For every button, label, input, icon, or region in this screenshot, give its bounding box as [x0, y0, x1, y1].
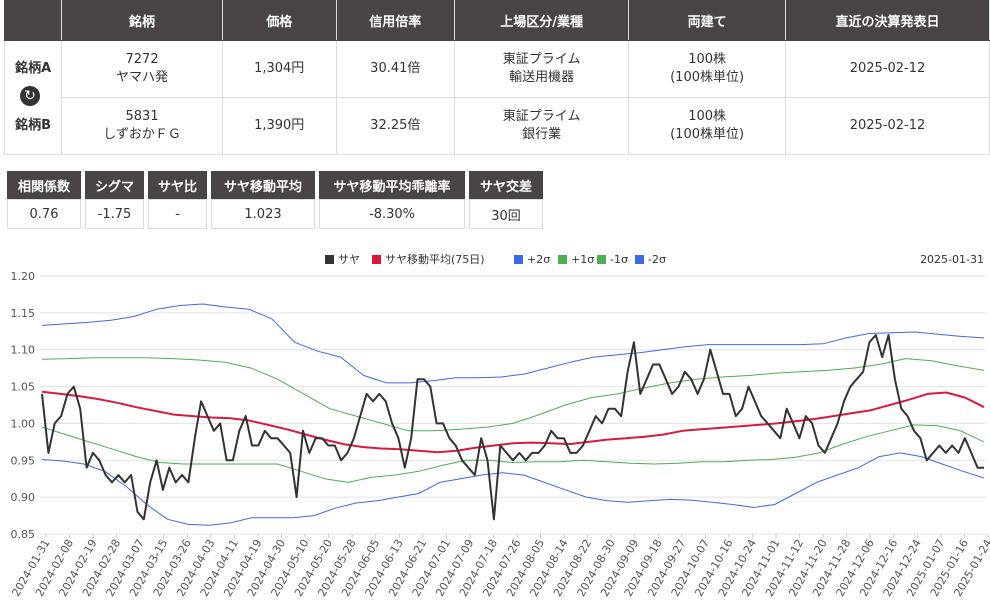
col-header: 直近の決算発表日 — [784, 0, 990, 41]
col-header: 上場区分/業種 — [454, 0, 630, 41]
hedge: 100株 — [688, 52, 727, 67]
market-cell: 東証プライム 銀行業 — [454, 97, 630, 155]
stat-header: サヤ移動平均乖離率 — [319, 171, 465, 199]
legend-label: +1σ — [571, 253, 594, 266]
col-header: 信用倍率 — [335, 0, 456, 41]
legend-swatch — [325, 255, 334, 264]
table-row: 銘柄B 5831 しずおかＦＧ 1,390円 32.25倍 東証プライム 銀行業 1… — [3, 97, 990, 155]
margin-ratio-cell: 30.41倍 — [335, 40, 456, 98]
stat-header: サヤ比 — [148, 171, 207, 199]
market-cell: 東証プライム 輸送用機器 — [454, 40, 630, 98]
legend-swatch — [635, 255, 644, 264]
stock-name: しずおかＦＧ — [103, 127, 181, 142]
stat-header: サヤ移動平均 — [211, 171, 315, 199]
legend-swatch — [558, 255, 567, 264]
row-label: 銘柄B — [3, 97, 63, 155]
y-tick-label: 0.95 — [11, 454, 36, 467]
legend-label: -2σ — [648, 253, 666, 266]
chart-date: 2025-01-31 — [920, 253, 984, 266]
legend-label: +2σ — [527, 253, 550, 266]
series-lines — [41, 303, 985, 526]
legend-label: サヤ移動平均(75日) — [385, 252, 485, 266]
stat-correlation: 0.76 — [7, 199, 81, 229]
y-axis: 0.85 0.90 0.95 1.00 1.05 1.10 1.15 1.20 — [11, 270, 36, 541]
legend-swatch — [372, 255, 381, 264]
hedge-cell: 100株 (100株単位) — [628, 97, 786, 155]
y-tick-label: 1.00 — [11, 417, 36, 430]
corner-cell — [3, 0, 63, 41]
legend-label: -1σ — [610, 253, 628, 266]
stock-code: 5831 — [125, 109, 159, 124]
stat-deviation: -8.30% — [319, 199, 465, 229]
col-header: 銘柄 — [61, 0, 223, 41]
stock-cell[interactable]: 7272 ヤマハ発 — [61, 40, 223, 98]
series-line-saya — [41, 334, 984, 521]
stat-moving-average: 1.023 — [211, 199, 315, 229]
hedge-unit: (100株単位) — [670, 127, 745, 142]
x-axis: 2024-01-312024-02-082024-02-192024-02-28… — [9, 534, 990, 599]
stat-header: サヤ交差 — [469, 171, 543, 199]
legend-swatch — [514, 255, 523, 264]
industry: 輸送用機器 — [509, 70, 575, 85]
series-line-p2 — [41, 303, 985, 384]
y-tick-label: 1.10 — [11, 344, 36, 357]
stock-cell[interactable]: 5831 しずおかＦＧ — [61, 97, 223, 155]
col-header: 両建て — [628, 0, 786, 41]
spread-chart: 0.85 0.90 0.95 1.00 1.05 1.10 1.15 1.20 2024-01… — [9, 252, 990, 599]
margin-ratio-cell: 32.25倍 — [335, 97, 456, 155]
stat-sigma: -1.75 — [85, 199, 144, 229]
legend-swatch — [597, 255, 606, 264]
y-tick-label: 1.05 — [11, 381, 36, 394]
y-tick-label: 1.15 — [11, 307, 36, 320]
earnings-date-cell: 2025-02-12 — [784, 97, 990, 155]
series-line-p1 — [41, 357, 985, 432]
stat-header: シグマ — [85, 171, 144, 199]
hedge-unit: (100株単位) — [670, 70, 745, 85]
hedge: 100株 — [688, 109, 727, 124]
series-line-ma — [41, 390, 985, 454]
legend: サヤ サヤ移動平均(75日) +2σ +1σ -1σ -2σ — [325, 252, 666, 266]
hedge-cell: 100株 (100株単位) — [628, 40, 786, 98]
stock-code: 7272 — [125, 52, 159, 67]
earnings-date-cell: 2025-02-12 — [784, 40, 990, 98]
stats-table: 相関係数 シグマ サヤ比 サヤ移動平均 サヤ移動平均乖離率 サヤ交差 0.76 … — [3, 171, 547, 229]
price-cell: 1,304円 — [221, 40, 337, 98]
y-tick-label: 0.85 — [11, 528, 36, 541]
stock-name: ヤマハ発 — [116, 70, 169, 85]
swap-icon[interactable]: ↻ — [20, 86, 40, 106]
price-cell: 1,390円 — [221, 97, 337, 155]
table-row: 銘柄A 7272 ヤマハ発 1,304円 30.41倍 東証プライム 輸送用機器 1… — [3, 40, 990, 98]
grid — [40, 275, 986, 535]
col-header: 価格 — [221, 0, 337, 41]
industry: 銀行業 — [522, 127, 562, 142]
market: 東証プライム — [502, 109, 581, 124]
legend-label: サヤ — [338, 253, 360, 266]
stat-crossings: 30回 — [469, 199, 543, 229]
stat-ratio: - — [148, 199, 207, 229]
pair-table: 銘柄 価格 信用倍率 上場区分/業種 両建て 直近の決算発表日 銘柄A 7272… — [3, 0, 990, 155]
stat-header: 相関係数 — [7, 171, 81, 199]
y-tick-label: 0.90 — [11, 491, 36, 504]
market: 東証プライム — [502, 52, 581, 67]
y-tick-label: 1.20 — [11, 270, 36, 283]
